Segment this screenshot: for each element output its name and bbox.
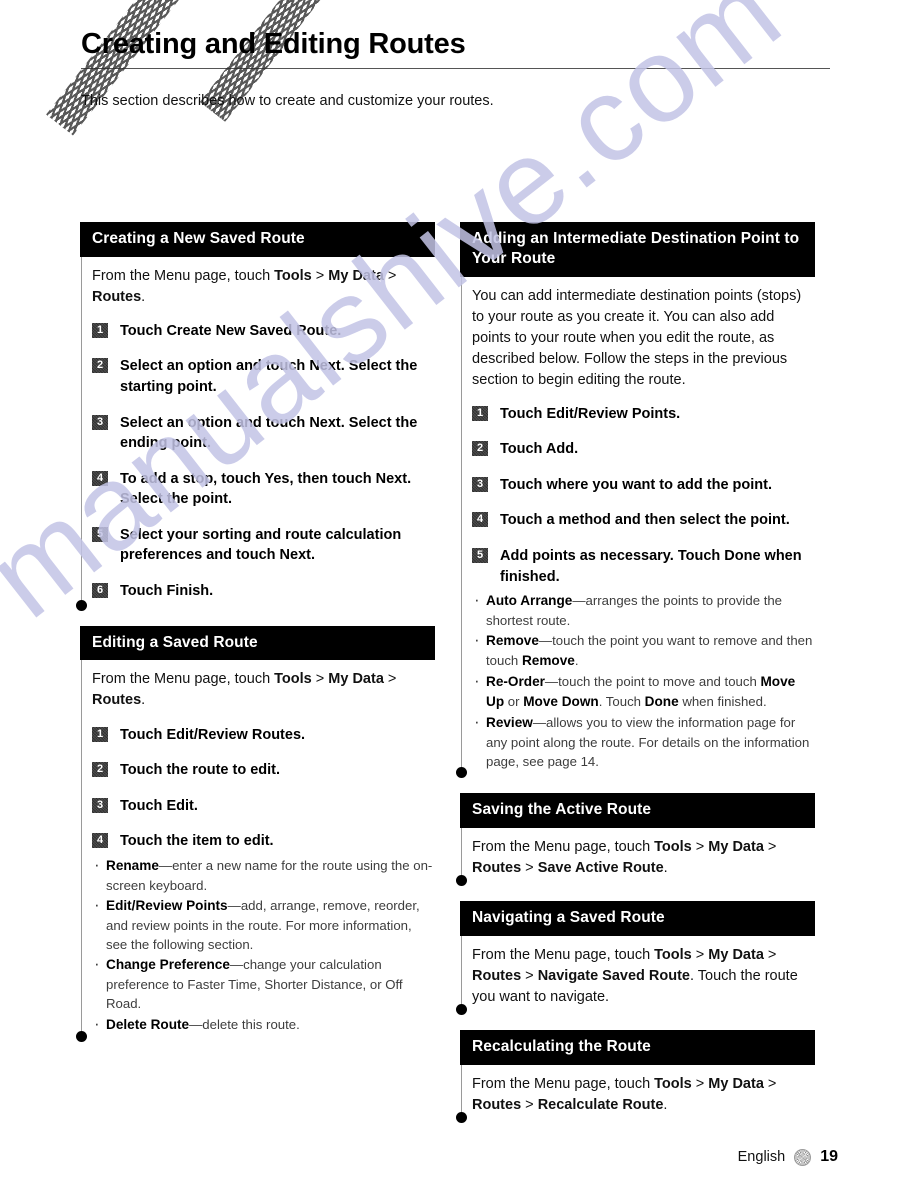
section-body: From the Menu page, touch Tools > My Dat… [76,256,435,612]
step-number-badge: 5 [472,548,488,564]
step-item: 2 Select an option and touch Next. Select… [92,356,435,397]
step-number-badge: 1 [92,322,108,338]
step-item: 3 Select an option and touch Next. Select… [92,413,435,454]
step-number-badge: 2 [92,762,108,778]
section-intro-paragraph: From the Menu page, touch Tools > My Dat… [472,838,777,876]
content-section: Adding an Intermediate Destination Point… [456,222,815,779]
page-title: Creating and Editing Routes [81,28,466,60]
step-item: 5 Add points as necessary. Touch Done whe… [472,546,815,587]
section-body: From the Menu page, touch Tools > My Dat… [456,935,815,1016]
step-text: Select your sorting and route calculatio… [120,526,402,564]
section-body: You can add intermediate destination poi… [456,276,815,779]
section-heading: Saving the Active Route [460,793,815,828]
step-item: 3 Touch Edit. [92,796,435,817]
step-item: 4 Touch the item to edit. [92,831,435,852]
step-item: 1 Touch Create New Saved Route. [92,321,435,342]
step-number-badge: 6 [92,583,108,599]
footer-language: English [737,1149,786,1165]
step-item: 1 Touch Edit/Review Routes. [92,725,435,746]
bullet-item: Auto Arrange—arranges the points to prov… [472,588,815,630]
title-divider [81,68,830,69]
bullet-list: Rename—enter a new name for the route us… [92,853,435,1037]
numbered-step-list: 1 Touch Edit/Review Routes. 2 Touch the rou… [92,725,435,852]
bullet-item: Re-Order—touch the point to move and tou… [472,669,815,712]
step-number-badge: 1 [472,405,488,421]
section-heading: Creating a New Saved Route [80,222,435,257]
content-section: Recalculating the Route From the Menu pag… [456,1029,815,1124]
step-item: 3 Touch where you want to add the point. [472,475,815,496]
section-intro-paragraph: From the Menu page, touch Tools > My Dat… [92,267,397,305]
step-text: Select an option and touch Next. Select … [120,358,418,396]
step-number-badge: 3 [472,476,488,492]
section-intro-paragraph: From the Menu page, touch Tools > My Dat… [472,1075,777,1113]
section-heading: Adding an Intermediate Destination Point… [460,222,815,277]
step-text: Touch Edit/Review Routes. [120,726,306,743]
step-item: 2 Touch the route to edit. [92,760,435,781]
step-item: 4 Touch a method and then select the poin… [472,510,815,531]
section-intro-paragraph: You can add intermediate destination poi… [472,287,802,388]
bullet-item: Edit/Review Points—add, arrange, remove,… [92,893,435,954]
step-number-badge: 1 [92,726,108,742]
bullet-item: Delete Route—delete this route. [92,1012,435,1037]
step-text: To add a stop, touch Yes, then touch Nex… [120,470,412,508]
step-text: Touch Finish. [120,583,214,600]
step-number-badge: 3 [92,414,108,430]
bullet-list: Auto Arrange—arranges the points to prov… [472,588,815,771]
step-text: Touch the route to edit. [120,762,281,779]
numbered-step-list: 1 Touch Create New Saved Route. 2 Select an… [92,321,435,602]
bullet-item: Rename—enter a new name for the route us… [92,853,435,895]
section-body: From the Menu page, touch Tools > My Dat… [456,1064,815,1124]
step-number-badge: 2 [92,358,108,374]
content-section: Editing a Saved Route From the Menu page,… [76,625,435,1043]
page-number: 19 [820,1148,838,1165]
step-text: Touch Add. [500,441,579,458]
step-text: Touch where you want to add the point. [500,476,773,493]
section-body: From the Menu page, touch Tools > My Dat… [76,660,435,1042]
step-text: Add points as necessary. Touch Done when… [500,548,802,585]
step-number-badge: 3 [92,797,108,813]
step-item: 2 Touch Add. [472,439,815,460]
section-heading: Navigating a Saved Route [460,900,815,936]
step-number-badge: 2 [472,441,488,457]
left-column: Creating a New Saved Route From the Menu … [76,222,435,1057]
section-intro-paragraph: From the Menu page, touch Tools > My Dat… [472,946,798,1005]
page-intro-text: This section describes how to create and… [81,93,494,109]
content-section: Saving the Active Route From the Menu pag… [456,793,815,887]
step-item: 1 Touch Edit/Review Points. [472,404,815,425]
section-intro-paragraph: From the Menu page, touch Tools > My Dat… [92,671,397,709]
step-text: Touch Create New Saved Route. [120,322,342,339]
section-body: From the Menu page, touch Tools > My Dat… [456,827,815,887]
step-text: Touch Edit. [120,797,198,814]
step-item: 4 To add a stop, touch Yes, then touch Ne… [92,469,435,510]
section-heading: Editing a Saved Route [80,625,435,661]
page-footer: English 19 [738,1148,838,1166]
step-number-badge: 4 [92,470,108,486]
step-number-badge: 4 [472,512,488,528]
step-number-badge: 5 [92,526,108,542]
step-item: 5 Select your sorting and route calculati… [92,525,435,566]
bullet-item: Change Preference—change your calculatio… [92,952,435,1013]
step-text: Touch a method and then select the point… [500,512,790,529]
right-column: Adding an Intermediate Destination Point… [456,222,815,1138]
content-section: Navigating a Saved Route From the Menu pa… [456,900,815,1016]
step-item: 6 Touch Finish. [92,581,435,602]
step-text: Select an option and touch Next. Select … [120,414,418,452]
content-section: Creating a New Saved Route From the Menu … [76,222,435,612]
flower-ornament-icon [794,1148,812,1166]
bullet-item: Review—allows you to view the informatio… [472,710,815,771]
step-number-badge: 4 [92,833,108,849]
bullet-item: Remove—touch the point you want to remov… [472,628,815,671]
section-heading: Recalculating the Route [460,1029,815,1065]
step-text: Touch Edit/Review Points. [500,405,681,422]
step-text: Touch the item to edit. [120,833,274,850]
numbered-step-list: 1 Touch Edit/Review Points. 2 Touch Add. 3 To… [472,404,815,587]
